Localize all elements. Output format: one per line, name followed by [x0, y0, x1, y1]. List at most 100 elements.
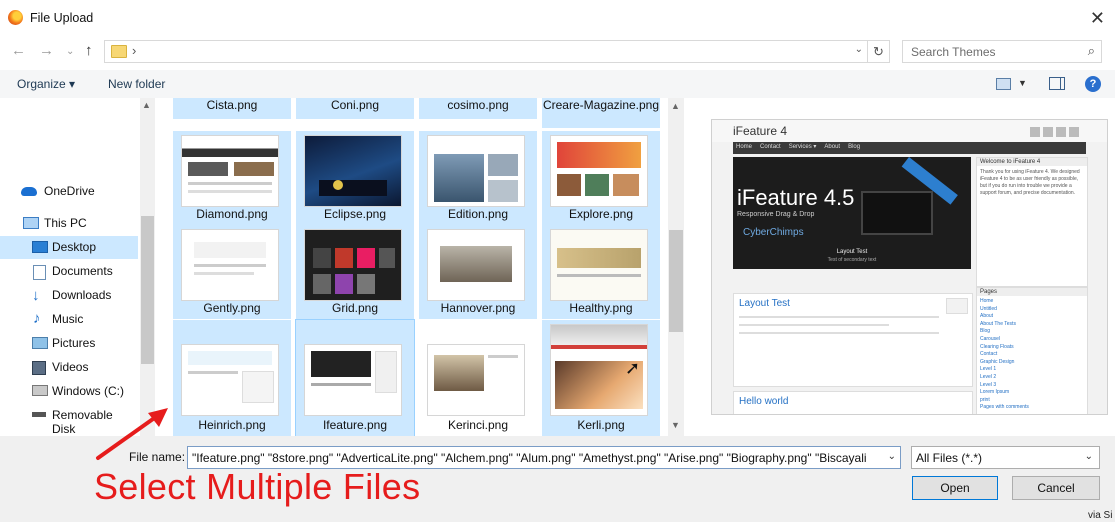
chevron-down-icon[interactable]: ⌄: [855, 44, 863, 55]
breadcrumb-separator[interactable]: ›: [132, 43, 136, 58]
change-view-icon[interactable]: [996, 78, 1011, 90]
up-icon[interactable]: ↑: [85, 42, 93, 59]
file-name: Kerinci.png: [447, 418, 509, 432]
nav-item-label: OneDrive: [44, 184, 95, 198]
view-options-chevron-icon[interactable]: ▼: [1018, 78, 1027, 88]
file-name: Coni.png: [330, 98, 380, 112]
scroll-down-icon[interactable]: ▼: [671, 420, 680, 430]
scroll-up-icon[interactable]: ▲: [671, 101, 680, 111]
page-link: Contact: [980, 351, 998, 358]
file-item-explore[interactable]: Explore.png: [542, 131, 660, 225]
nav-item-pictures[interactable]: Pictures: [0, 332, 138, 355]
file-name: Gently.png: [203, 301, 261, 315]
page-link: Clearing Floats: [980, 343, 1014, 350]
preview-pane-icon[interactable]: [1049, 77, 1065, 90]
documents-icon: [33, 265, 46, 280]
filename-value[interactable]: "Ifeature.png" "8store.png" "AdverticaLi…: [192, 451, 882, 465]
slider-brand: CyberChimps: [743, 227, 804, 238]
open-button[interactable]: Open: [912, 476, 998, 500]
widget-title: Welcome to iFeature 4: [977, 158, 1087, 166]
preview-pages-widget: Pages Home Untitled About About The Tests Bl…: [976, 287, 1088, 414]
annotation-arrow: [96, 408, 168, 460]
thumbnail: [427, 229, 525, 301]
search-input[interactable]: [909, 43, 1083, 61]
preview-post-1: Layout Test: [733, 293, 973, 387]
pages-list: Home Untitled About About The Tests Blog Caro…: [977, 296, 1087, 414]
file-item-grid[interactable]: Grid.png: [296, 225, 414, 319]
page-link: Blog: [980, 328, 991, 335]
file-type-select[interactable]: All Files (*.*) ⌄: [911, 446, 1100, 469]
file-item-hannover[interactable]: Hannover.png: [419, 225, 537, 319]
file-list: Cista.png Coni.png cosimo.png Creare-Mag…: [155, 98, 668, 436]
file-item-cista[interactable]: Cista.png: [173, 98, 291, 119]
chevron-down-icon[interactable]: ⌄: [1085, 451, 1093, 462]
pictures-icon: [32, 337, 48, 349]
help-icon[interactable]: ?: [1085, 76, 1101, 92]
page-link: About: [980, 313, 994, 320]
search-box[interactable]: ⌕: [902, 40, 1102, 63]
page-link: Untitled: [980, 305, 997, 312]
videos-icon: [32, 361, 46, 375]
file-name: cosimo.png: [447, 98, 509, 112]
file-item-cosimo[interactable]: cosimo.png: [419, 98, 537, 119]
back-icon[interactable]: ←: [11, 42, 26, 59]
organize-menu[interactable]: Organize ▾: [17, 77, 75, 91]
recent-locations-icon[interactable]: ⌄: [66, 46, 74, 57]
thumbnail: [550, 135, 648, 207]
nav-item-documents[interactable]: Documents: [0, 260, 138, 283]
page-link: Pages with comments: [980, 404, 1029, 411]
refresh-icon[interactable]: ↻: [868, 40, 890, 63]
thumbnail: [550, 229, 648, 301]
preview-post-2: Hello world: [733, 391, 973, 414]
file-name: Healthy.png: [569, 301, 633, 315]
chevron-down-icon[interactable]: ⌄: [888, 451, 896, 462]
file-item-gently[interactable]: Gently.png: [173, 225, 291, 319]
file-item-kerinci[interactable]: Kerinci.png: [419, 320, 537, 436]
forward-icon[interactable]: →: [39, 42, 54, 59]
file-item-healthy[interactable]: Healthy.png: [542, 225, 660, 319]
file-item-ifeature[interactable]: Ifeature.png: [295, 319, 415, 436]
nav-item-label: Music: [52, 312, 84, 326]
cancel-button[interactable]: Cancel: [1012, 476, 1100, 500]
cursor-icon: ➚: [625, 358, 641, 378]
file-item-creare-magazine[interactable]: Creare-Magazine.png: [542, 98, 660, 128]
file-item-kerli[interactable]: Kerli.png: [542, 320, 660, 436]
nav-scrollbar-thumb[interactable]: [141, 216, 154, 364]
file-item-eclipse[interactable]: Eclipse.png: [296, 131, 414, 225]
preview-image: iFeature 4 Home Contact Services ▾ About Blo…: [711, 119, 1108, 415]
nav-item-label: Pictures: [52, 336, 96, 350]
folder-icon: [111, 45, 127, 58]
file-name: Kerli.png: [577, 418, 625, 432]
new-folder-button[interactable]: New folder: [108, 77, 165, 91]
scrollbar-thumb[interactable]: [669, 230, 683, 332]
nav-item-downloads[interactable]: ↓ Downloads: [0, 284, 138, 307]
slider-caption-sub: Test of secondary text: [827, 257, 877, 263]
nav-item-label: This PC: [44, 216, 87, 230]
page-link: Level 1: [980, 366, 997, 373]
scroll-up-icon[interactable]: ▲: [142, 100, 151, 110]
close-icon[interactable]: ✕: [1090, 8, 1105, 29]
command-bar: Organize ▾ New folder ▼ ?: [0, 70, 1115, 99]
computer-icon: [23, 217, 39, 229]
navigation-pane: ▲ OneDrive This PC Desktop Documents ↓ D…: [0, 98, 155, 436]
file-name: Heinrich.png: [198, 418, 266, 432]
file-item-edition[interactable]: Edition.png: [419, 131, 537, 225]
file-item-heinrich[interactable]: Heinrich.png: [173, 320, 291, 436]
file-name: Grid.png: [331, 301, 379, 315]
nav-item-videos[interactable]: Videos: [0, 356, 138, 379]
address-bar[interactable]: › ⌄: [104, 40, 868, 63]
file-item-diamond[interactable]: Diamond.png: [173, 131, 291, 225]
nav-item-onedrive[interactable]: OneDrive: [0, 180, 138, 203]
file-list-scrollbar[interactable]: ▲ ▼: [668, 98, 684, 436]
page-link: print: [980, 396, 990, 403]
nav-item-music[interactable]: ♪ Music: [0, 308, 138, 331]
file-item-coni[interactable]: Coni.png: [296, 98, 414, 119]
nav-item-this-pc[interactable]: This PC: [0, 212, 138, 235]
thumbnail: [304, 229, 402, 301]
widget-text: Thank you for using iFeature 4. We desig…: [980, 169, 1080, 196]
nav-item-desktop[interactable]: Desktop: [0, 236, 138, 259]
window-title: File Upload: [30, 11, 94, 25]
nav-item-label: Videos: [52, 360, 89, 374]
thumbnail: [181, 135, 279, 207]
search-icon[interactable]: ⌕: [1088, 43, 1095, 59]
